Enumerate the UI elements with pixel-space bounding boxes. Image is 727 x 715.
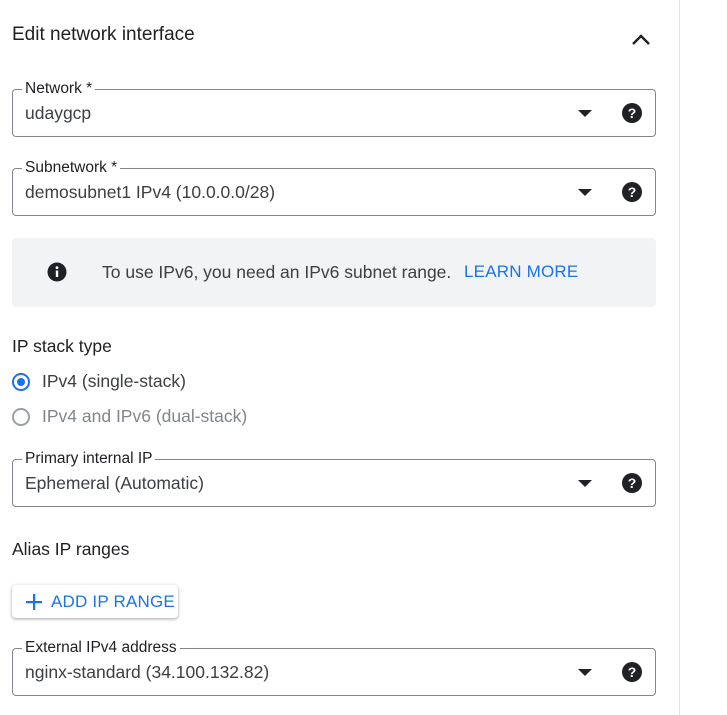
add-ip-range-button[interactable]: ADD IP RANGE	[12, 585, 178, 618]
help-icon[interactable]: ?	[621, 472, 643, 494]
network-label: Network *	[22, 80, 96, 98]
external-ip-value: nginx-standard (34.100.132.82)	[25, 662, 270, 682]
section-title: Edit network interface	[12, 24, 195, 45]
primary-internal-ip-select[interactable]: Primary internal IP Ephemeral (Automatic…	[12, 450, 656, 507]
dropdown-arrow-icon[interactable]	[578, 480, 592, 487]
collapse-button[interactable]	[626, 26, 656, 52]
subnetwork-label: Subnetwork *	[22, 159, 121, 177]
edit-network-interface-panel: Edit network interface Network * udaygcp…	[0, 0, 680, 715]
add-ip-range-label: ADD IP RANGE	[51, 591, 175, 611]
ip-stack-heading: IP stack type	[12, 336, 112, 356]
svg-text:?: ?	[628, 105, 637, 121]
svg-text:?: ?	[628, 184, 637, 200]
subnetwork-value: demosubnet1 IPv4 (10.0.0.0/28)	[25, 182, 276, 202]
dropdown-arrow-icon[interactable]	[578, 110, 592, 117]
primary-ip-label: Primary internal IP	[22, 450, 156, 468]
dropdown-arrow-icon[interactable]	[578, 189, 592, 196]
help-icon[interactable]: ?	[621, 102, 643, 124]
radio-ipv4-ipv6-dual-stack[interactable]: IPv4 and IPv6 (dual-stack)	[12, 406, 247, 427]
learn-more-link[interactable]: LEARN MORE	[464, 262, 578, 282]
dropdown-arrow-icon[interactable]	[578, 669, 592, 676]
svg-text:?: ?	[628, 475, 637, 491]
subnetwork-select[interactable]: Subnetwork * demosubnet1 IPv4 (10.0.0.0/…	[12, 159, 656, 216]
help-icon[interactable]: ?	[621, 181, 643, 203]
info-message: To use IPv6, you need an IPv6 subnet ran…	[102, 262, 452, 282]
ipv6-info-banner: To use IPv6, you need an IPv6 subnet ran…	[12, 238, 656, 307]
alias-ip-heading: Alias IP ranges	[12, 539, 130, 559]
primary-ip-value: Ephemeral (Automatic)	[25, 473, 204, 493]
plus-icon	[26, 593, 42, 610]
info-icon	[47, 262, 67, 282]
network-select[interactable]: Network * udaygcp ?	[12, 80, 656, 137]
radio-label: IPv4 (single-stack)	[42, 371, 186, 391]
radio-label: IPv4 and IPv6 (dual-stack)	[42, 406, 248, 426]
help-icon[interactable]: ?	[621, 661, 643, 683]
radio-button-checked[interactable]	[12, 372, 30, 391]
external-ipv4-select[interactable]: External IPv4 address nginx-standard (34…	[12, 639, 656, 696]
radio-button-unchecked[interactable]	[12, 407, 30, 426]
svg-text:?: ?	[628, 664, 637, 680]
radio-ipv4-single-stack[interactable]: IPv4 (single-stack)	[12, 371, 186, 392]
network-value: udaygcp	[25, 103, 92, 123]
panel-divider	[679, 0, 680, 715]
external-ip-label: External IPv4 address	[22, 639, 180, 657]
chevron-up-icon	[632, 34, 650, 45]
